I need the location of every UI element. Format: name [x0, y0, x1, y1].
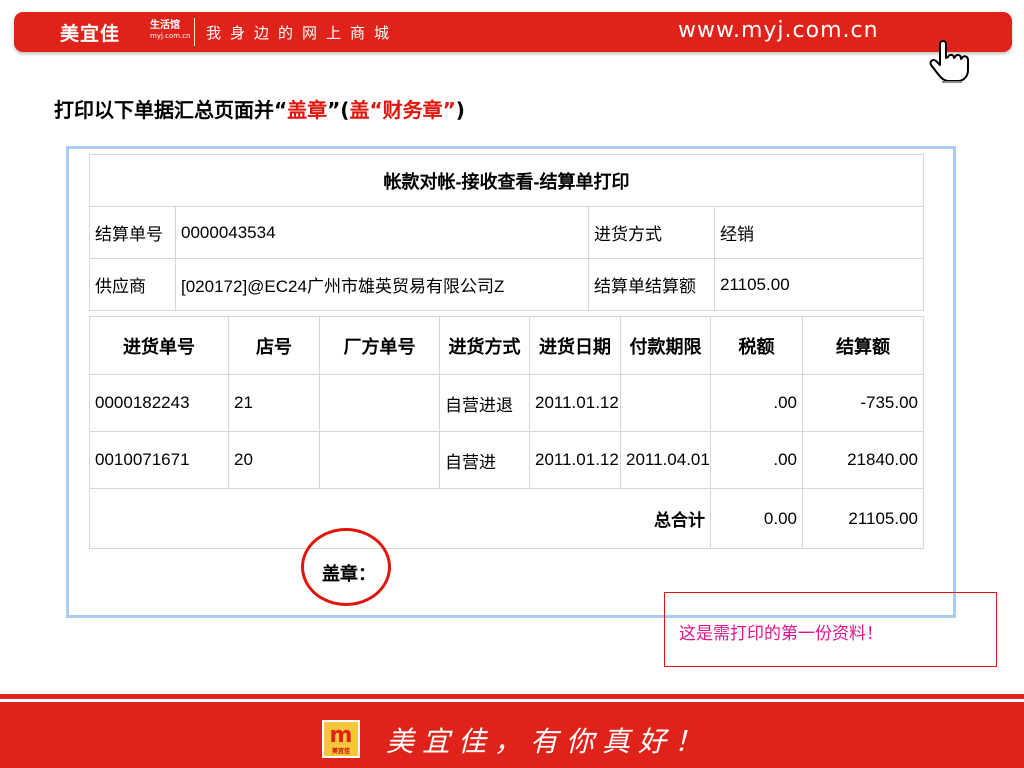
cell-tax: .00: [710, 374, 803, 432]
heading-finance-stamp: 盖“财务章”: [349, 98, 456, 122]
site-url-link[interactable]: www.myj.com.cn: [678, 18, 879, 43]
footer-logo-mark: m: [329, 723, 353, 748]
heading-part-3: ”(: [327, 98, 350, 122]
col-purchase-date: 进货日期: [529, 316, 621, 375]
col-vendor-no: 厂方单号: [319, 316, 440, 375]
brand-sub-title: 生活馆: [150, 20, 180, 31]
col-purchase-no: 进货单号: [89, 316, 229, 375]
note-text: 这是需打印的第一份资料！: [679, 624, 883, 644]
total-tax: 0.00: [710, 488, 803, 549]
cell-purchase-date: 2011.01.12: [529, 374, 621, 432]
table-row: 0010071671 20 自营进 2011.01.12 2011.04.01 …: [89, 431, 924, 489]
settle-amount-label: 结算单结算额: [588, 258, 715, 311]
col-store-no: 店号: [228, 316, 320, 375]
footer-divider: [0, 694, 1024, 699]
brand-logo-text: 美宜佳: [60, 23, 121, 45]
cell-store-no: 21: [228, 374, 320, 432]
top-banner: 美宜佳 生活馆 myj.com.cn 我身边的网上商城 www.myj.com.…: [14, 12, 1012, 52]
cell-purchase-no: 0010071671: [89, 431, 229, 489]
footer-bar: m 美宜佳 美宜佳，有你真好！: [0, 702, 1024, 768]
total-row: 总合计 0.00 21105.00: [89, 488, 924, 549]
cell-settle-amount: 21840.00: [802, 431, 924, 489]
settle-amount-value: 21105.00: [714, 258, 924, 311]
cell-purchase-method: 自营进: [439, 431, 530, 489]
purchase-method-label: 进货方式: [588, 206, 715, 259]
supplier-value: [020172]@EC24广州市雄英贸易有限公司Z: [175, 258, 589, 311]
heading-part-5: ): [455, 98, 465, 122]
col-tax: 税额: [710, 316, 803, 375]
cell-tax: .00: [710, 431, 803, 489]
settlement-header-table: 帐款对帐-接收查看-结算单打印 结算单号 0000043534 进货方式 经销 …: [89, 154, 924, 311]
heading-part-1: 打印以下单据汇总页面并“: [54, 98, 288, 122]
cell-purchase-no: 0000182243: [89, 374, 229, 432]
settle-no-label: 结算单号: [89, 206, 176, 259]
cell-settle-amount: -735.00: [802, 374, 924, 432]
settlement-title: 帐款对帐-接收查看-结算单打印: [89, 154, 924, 207]
purchase-method-value: 经销: [714, 206, 924, 259]
settlement-detail-table: 进货单号 店号 厂方单号 进货方式 进货日期 付款期限 税额 结算额 00001…: [89, 316, 924, 549]
total-amount: 21105.00: [802, 488, 924, 549]
heading-stamp: 盖章: [287, 98, 328, 122]
brand-sub: 生活馆 myj.com.cn: [150, 20, 191, 42]
cell-purchase-method: 自营进退: [439, 374, 530, 432]
cell-purchase-date: 2011.01.12: [529, 431, 621, 489]
table-row: 0000182243 21 自营进退 2011.01.12 .00 -735.0…: [89, 374, 924, 432]
cell-vendor-no: [319, 374, 440, 432]
note-box: 这是需打印的第一份资料！: [664, 592, 997, 667]
settle-no-value: 0000043534: [175, 206, 589, 259]
footer-logo-icon: m 美宜佳: [322, 720, 360, 758]
col-settle-amount: 结算额: [802, 316, 924, 375]
hand-pointer-icon: [929, 40, 969, 83]
instruction-heading: 打印以下单据汇总页面并“盖章”(盖“财务章”): [54, 94, 465, 123]
total-label: 总合计: [89, 488, 711, 549]
cell-payment-term: [620, 374, 711, 432]
supplier-label: 供应商: [89, 258, 176, 311]
cell-vendor-no: [319, 431, 440, 489]
col-payment-term: 付款期限: [620, 316, 711, 375]
col-purchase-method: 进货方式: [439, 316, 530, 375]
cell-store-no: 20: [228, 431, 320, 489]
stamp-highlight-circle: [301, 528, 391, 606]
cell-payment-term: 2011.04.01: [620, 431, 711, 489]
banner-slogan: 我身边的网上商城: [206, 24, 399, 42]
brand-sub-url: myj.com.cn: [150, 32, 191, 40]
banner-divider: [194, 18, 195, 46]
footer-slogan: 美宜佳，有你真好！: [386, 725, 711, 758]
footer-logo-caption: 美宜佳: [331, 748, 350, 755]
